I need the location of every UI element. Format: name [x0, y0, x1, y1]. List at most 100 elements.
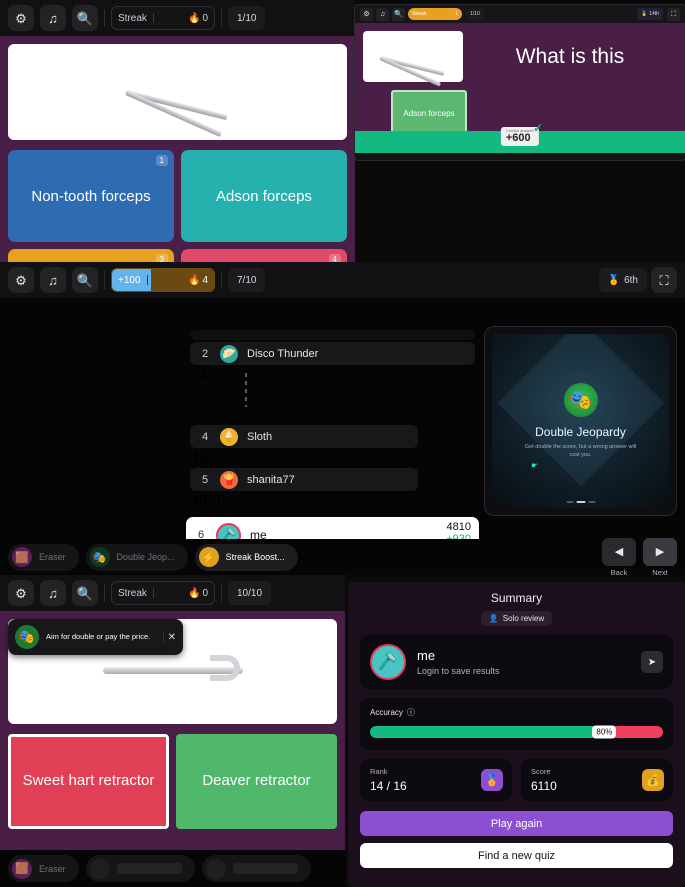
powerup-tooltip: 🎭 Aim for double or pay the price. ✕ [8, 619, 183, 655]
powerup-streak-boost[interactable]: ⚡ Streak Boost... [194, 543, 298, 571]
toolbar-divider [104, 271, 105, 289]
row-name: shanita77 [247, 473, 295, 486]
powerup-description: Get double the score, but a wrong answer… [524, 443, 637, 458]
carousel-dot-1[interactable] [566, 501, 573, 503]
fullscreen-icon[interactable]: ⛶ [651, 267, 677, 293]
find-new-quiz-button[interactable]: Find a new quiz [360, 843, 673, 868]
person-icon: 👤 [488, 614, 499, 623]
music-note-icon[interactable]: ♫ [40, 5, 66, 31]
leaderboard-gap [190, 385, 475, 425]
close-icon[interactable]: ✕ [162, 631, 176, 643]
table-row: 2 🥟 Disco Thunder 5420 [190, 342, 475, 385]
question-image [8, 44, 347, 140]
answer-key-3: 3 [155, 254, 168, 262]
answer-option-2[interactable]: Deaver retractor [176, 734, 337, 829]
chevron-right-icon[interactable]: ▶ [643, 537, 677, 566]
fullscreen-icon[interactable]: ⛶ [667, 7, 680, 21]
quiz-screen-question-10: ⚙ ♫ 🔍 Streak 🔥 0 10/10 🎭 Aim for double … [0, 575, 345, 887]
question-counter: 1/10 [228, 6, 266, 30]
cursor-icon: ☛ [530, 460, 539, 470]
carousel-dot-3[interactable] [588, 501, 595, 503]
info-icon[interactable]: ⓘ [407, 707, 415, 718]
flame-icon: 🔥 [187, 12, 201, 24]
answer-option-1[interactable]: 1 Non-tooth forceps [8, 150, 174, 242]
powerup-double-jeopardy[interactable]: 🎭 Double Jeop... [85, 543, 188, 571]
row-score: 5420 [190, 367, 226, 384]
table-row-partial [190, 330, 475, 340]
powerup-label: Streak Boost... [225, 552, 285, 562]
question-body: 1 Non-tooth forceps Adson forceps 3 Toot… [0, 36, 355, 262]
streak-indicator: Streak 🔥 0 [111, 581, 215, 605]
placeholder-label [232, 863, 298, 874]
boost-label: +100 [118, 274, 141, 286]
eraser-icon: 🟫 [12, 547, 32, 567]
gear-icon[interactable]: ⚙ [360, 7, 373, 21]
answer-option-4[interactable]: 4 Forceps [181, 249, 347, 262]
selected-answer: Adson forceps [391, 90, 467, 136]
share-icon[interactable]: ➤ [641, 651, 663, 673]
powerup-eraser[interactable]: 🟫 Eraser [8, 543, 79, 571]
carousel-dot-2[interactable] [576, 501, 585, 503]
gear-icon[interactable]: ⚙ [8, 580, 34, 606]
gear-icon[interactable]: ⚙ [8, 5, 34, 31]
magnifier-icon[interactable]: 🔍 [72, 580, 98, 606]
correct-answer-bar: Correct answer! +600 ✓ [355, 122, 685, 153]
question-title: What is this [515, 45, 625, 68]
answer-option-3[interactable]: 3 Tooth forceps [8, 249, 174, 262]
magnifier-icon[interactable]: 🔍 [392, 7, 405, 21]
gear-icon[interactable]: ⚙ [8, 267, 34, 293]
answer-option-1[interactable]: Sweet hart retractor [8, 734, 169, 829]
placeholder-icon [89, 858, 110, 879]
avatar: 🍟 [220, 470, 238, 489]
screen2-toolbar: ⚙ ♫ 🔍 Streak 1 1/10 🏅 14th ⛶ [355, 5, 685, 23]
eraser-icon: 🟫 [12, 858, 32, 879]
toolbar-divider-2 [221, 271, 222, 289]
streak-count: 0 [202, 587, 208, 599]
music-note-icon[interactable]: ♫ [40, 580, 66, 606]
leaderboard-area: 2 🥟 Disco Thunder 5420 4 🍦 Sloth 4920 5 … [0, 298, 685, 575]
music-note-icon[interactable]: ♫ [376, 7, 389, 21]
answer-label-1: Sweet hart retractor [22, 772, 155, 790]
question-counter: 10/10 [228, 581, 272, 605]
back-button[interactable]: ◀ Back [602, 537, 636, 575]
answer-option-2[interactable]: Adson forceps [181, 150, 347, 242]
table-row: 5 🍟 shanita77 4850 [190, 468, 475, 511]
row-rank: 4 [201, 430, 209, 443]
streak-count: 4 [202, 274, 208, 286]
screen1-toolbar: ⚙ ♫ 🔍 Streak 🔥 0 1/10 [0, 0, 355, 36]
question-counter: 1/10 [465, 8, 485, 20]
leaderboard-row-4: 4 🍦 Sloth [190, 425, 418, 448]
question-counter: 7/10 [228, 268, 266, 292]
answer-label-2: Adson forceps [216, 187, 312, 205]
powerup-label: Double Jeop... [116, 552, 175, 562]
music-note-icon[interactable]: ♫ [40, 267, 66, 293]
powerup-eraser[interactable]: 🟫 Eraser [8, 855, 79, 882]
magnifier-icon[interactable]: 🔍 [72, 5, 98, 31]
theater-masks-icon: 🎭 [563, 382, 598, 417]
powerup-label: Eraser [39, 863, 66, 874]
theater-masks-icon: 🎭 [89, 547, 110, 567]
play-again-button[interactable]: Play again [360, 811, 673, 836]
points-badge: Correct answer! +600 ✓ [500, 122, 543, 146]
toolbar-divider [104, 9, 105, 27]
summary-header: Summary 👤 Solo review [348, 582, 685, 626]
avatar: 🥟 [220, 344, 238, 363]
magnifier-icon[interactable]: 🔍 [72, 267, 98, 293]
carousel-dots[interactable] [566, 501, 595, 503]
next-button[interactable]: ▶ Next [643, 537, 677, 576]
rank-badge: 🏅 6th [598, 268, 647, 292]
result-points: +600 [505, 132, 531, 144]
row-rank: 2 [201, 347, 209, 360]
leaderboard-row-top [190, 330, 475, 340]
next-label: Next [652, 567, 668, 576]
row-score: 4810 [446, 521, 471, 533]
row-name: Sloth [247, 430, 273, 443]
powerup-carousel[interactable]: 🎭 Double Jeopardy Get double the score, … [484, 326, 677, 516]
stat-score: Score 6110 💰 [521, 759, 673, 801]
streak-count: 1 [455, 11, 458, 17]
leaderboard-ellipsis [245, 373, 247, 407]
streak-label: Streak [412, 11, 427, 17]
chevron-left-icon[interactable]: ◀ [602, 537, 636, 566]
forceps-illustration [374, 40, 452, 87]
quiz-screen-correct-answer: ⚙ ♫ 🔍 Streak 1 1/10 🏅 14th ⛶ Adson force… [355, 5, 685, 160]
